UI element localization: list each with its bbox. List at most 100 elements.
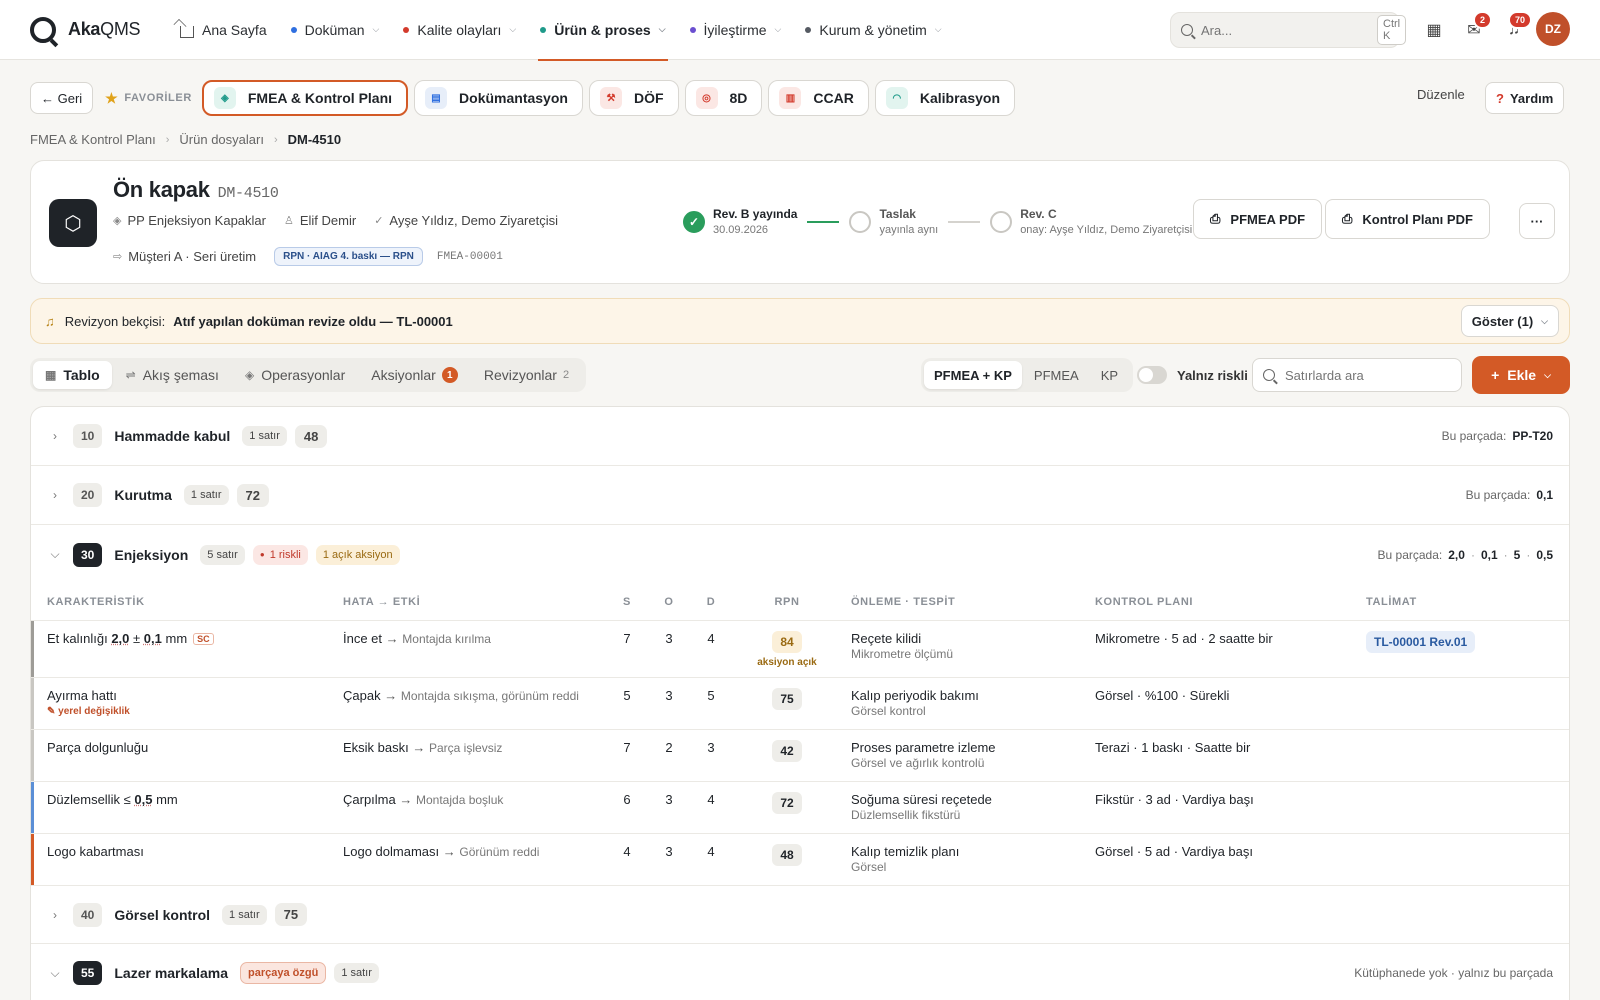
detection: 4 (707, 844, 715, 859)
chevron-down-icon: ⌵ (658, 24, 666, 34)
chevron-right-icon[interactable]: › (47, 908, 63, 922)
characteristic: Et kalınlığı 2,0 ± 0,1 mm SC (47, 631, 214, 646)
row-count: 1 satır (183, 485, 229, 505)
product-meta: ◈ PP Enjeksiyon Kapaklar ♙ Elif Demir ✓ Ayş… (113, 213, 576, 228)
nav-organization[interactable]: Kurum & yönetim ⌵ (793, 0, 953, 60)
fav-calibration[interactable]: ◠ Kalibrasyon (874, 80, 1016, 116)
rpn-value: 75 (772, 688, 802, 710)
revision-step[interactable]: Taslak yayınla aynı (849, 207, 938, 236)
fmea-table: › 10 Hammadde kabul 1 satır 48 Bu parçad… (30, 406, 1570, 1000)
inbox-icon[interactable]: ✉ 2 (1458, 11, 1492, 46)
op-name: Görsel kontrol (114, 906, 211, 923)
fav-dof[interactable]: ⚒ DÖF (588, 80, 679, 116)
edit-favorites-link[interactable]: Düzenle (1417, 87, 1465, 102)
operation-group[interactable]: › 20 Kurutma 1 satır 72 Bu parçada: 0,1 (31, 466, 1569, 525)
chevron-right-icon[interactable]: › (47, 429, 63, 443)
back-button[interactable]: ← Geri (30, 82, 94, 114)
toggle-switch[interactable] (1137, 366, 1167, 384)
fav-8d[interactable]: ◎ 8D (684, 80, 763, 116)
row-search[interactable] (1252, 358, 1462, 392)
calendar-icon[interactable]: ▦ (1418, 14, 1450, 46)
breadcrumb-current: DM-4510 (287, 132, 342, 147)
tab-actions[interactable]: Aksiyonlar 1 (359, 361, 470, 389)
chevron-right-icon: › (165, 133, 170, 146)
app-logo[interactable]: AkaQMS (30, 16, 150, 43)
rpn-value: 42 (772, 740, 802, 762)
col-header: KONTROL PLANI (1095, 596, 1194, 608)
detection: 4 (707, 631, 715, 646)
table-row[interactable]: Ayırma hattı ✎ yerel değişiklik Çapak → M… (31, 677, 1569, 729)
table-row[interactable]: Parça dolgunluğu Eksik baskı → Parça işl… (31, 729, 1569, 781)
col-header: KARAKTERİSTİK (47, 596, 145, 608)
control-plan: Görsel · %100 · Sürekli (1095, 688, 1230, 703)
nav-improvement[interactable]: İyileştirme ⌵ (678, 0, 794, 60)
help-button[interactable]: ? Yardım (1485, 82, 1565, 114)
operation-group-expanded[interactable]: ⌵ 30 Enjeksiyon 5 satır 1 riskli 1 açık … (31, 525, 1569, 584)
operation-group[interactable]: › 10 Hammadde kabul 1 satır 48 Bu parçad… (31, 407, 1569, 466)
row-accent (31, 834, 34, 885)
op-name: Enjeksiyon (114, 546, 189, 563)
characteristic: Logo kabartması (47, 844, 144, 859)
revision-step[interactable]: ✓ Rev. B yayında 30.09.2026 (683, 207, 797, 236)
circle-icon (990, 210, 1013, 233)
rpn-cell: 42 (747, 740, 827, 762)
top-icons: ▦ ✉ 2 ♫ 70 (1418, 11, 1538, 46)
document-icon: ▤ (425, 87, 448, 109)
tab-table[interactable]: ▦ Tablo (33, 361, 112, 389)
table-row[interactable]: Logo kabartması Logo dolmaması → Görünüm… (31, 833, 1569, 885)
nav-product-process[interactable]: Ürün & proses ⌵ (528, 0, 677, 61)
occurrence: 3 (665, 688, 673, 703)
tab-flowchart[interactable]: ⇌ Akış şeması (114, 361, 231, 389)
global-search-input[interactable] (1201, 22, 1377, 38)
table-row[interactable]: Düzlemsellik ≤ 0,5 mm Çarpılma → Montajd… (31, 781, 1569, 833)
chevron-right-icon[interactable]: › (47, 488, 63, 502)
failure-effect: Eksik baskı → Parça işlevsiz (343, 740, 503, 755)
product-family: PP Enjeksiyon Kapaklar (127, 213, 266, 228)
table-row[interactable]: Et kalınlığı 2,0 ± 0,1 mm SC İnce et → Mo… (31, 620, 1569, 677)
breadcrumb-item[interactable]: Ürün dosyaları (179, 132, 264, 147)
more-button[interactable]: ··· (1519, 203, 1555, 239)
severity: 6 (623, 792, 631, 807)
col-header: S (623, 596, 631, 608)
avatar[interactable]: DZ (1536, 12, 1570, 46)
prevention-detection: Proses parametre izleme Görsel ve ağırlık… (851, 740, 996, 770)
fav-documentation[interactable]: ▤ Dokümantasyon (414, 80, 583, 116)
global-search[interactable]: Ctrl K (1170, 12, 1407, 48)
count-text: 2 (562, 369, 570, 381)
revision-step[interactable]: Rev. Conay: Ayşe Yıldız, Demo Ziyaretçis… (990, 207, 1192, 236)
risky-only-toggle[interactable]: Yalnız riskli (1137, 366, 1248, 384)
row-count: 1 satır (334, 963, 379, 983)
nav-quality-events[interactable]: Kalite olayları ⌵ (391, 0, 528, 60)
show-button[interactable]: Göster (1) ⌵ (1460, 305, 1559, 337)
characteristic: Ayırma hattı ✎ yerel değişiklik (47, 688, 130, 717)
operation-group[interactable]: › 40 Görsel kontrol 1 satır 75 (31, 885, 1569, 944)
tab-revisions[interactable]: Revizyonlar 2 (472, 361, 581, 389)
fav-ccar[interactable]: ▥ CCAR (768, 80, 869, 116)
rpn-value: 48 (772, 844, 802, 866)
row-accent (31, 678, 34, 729)
fav-fmea[interactable]: ◈ FMEA & Kontrol Planı (201, 80, 409, 116)
layers-icon: ◈ (213, 87, 236, 109)
chevron-down-icon: ⌵ (1544, 369, 1551, 380)
tab-kp[interactable]: KP (1091, 361, 1128, 389)
product-approvers: Ayşe Yıldız, Demo Ziyaretçisi (389, 213, 558, 228)
severity: 7 (623, 740, 631, 755)
chevron-down-icon[interactable]: ⌵ (47, 966, 63, 981)
instruction-link[interactable]: TL-00001 Rev.01 (1366, 631, 1476, 653)
bell-icon[interactable]: ♫ 70 (1498, 11, 1532, 46)
operation-group-expanded[interactable]: ⌵ 55 Lazer markalama parçaya özgü 1 satı… (31, 944, 1569, 1000)
printer-icon: ⎙ (1342, 211, 1353, 226)
tab-pfmea-kp[interactable]: PFMEA + KP (924, 361, 1022, 389)
pfmea-pdf-button[interactable]: ⎙ PFMEA PDF (1193, 199, 1323, 239)
control-plan-pdf-button[interactable]: ⎙ Kontrol Planı PDF (1325, 199, 1490, 239)
detection: 5 (707, 688, 715, 703)
nav-home[interactable]: Ana Sayfa (168, 0, 279, 60)
sc-badge: SC (193, 633, 214, 645)
add-button[interactable]: + Ekle ⌵ (1472, 356, 1570, 394)
nav-document[interactable]: Doküman ⌵ (279, 0, 392, 60)
tab-operations[interactable]: ◈ Operasyonlar (233, 361, 357, 389)
row-search-input[interactable] (1285, 367, 1461, 383)
chevron-down-icon[interactable]: ⌵ (47, 547, 63, 562)
tab-pfmea[interactable]: PFMEA (1024, 361, 1089, 389)
breadcrumb-item[interactable]: FMEA & Kontrol Planı (30, 132, 156, 147)
